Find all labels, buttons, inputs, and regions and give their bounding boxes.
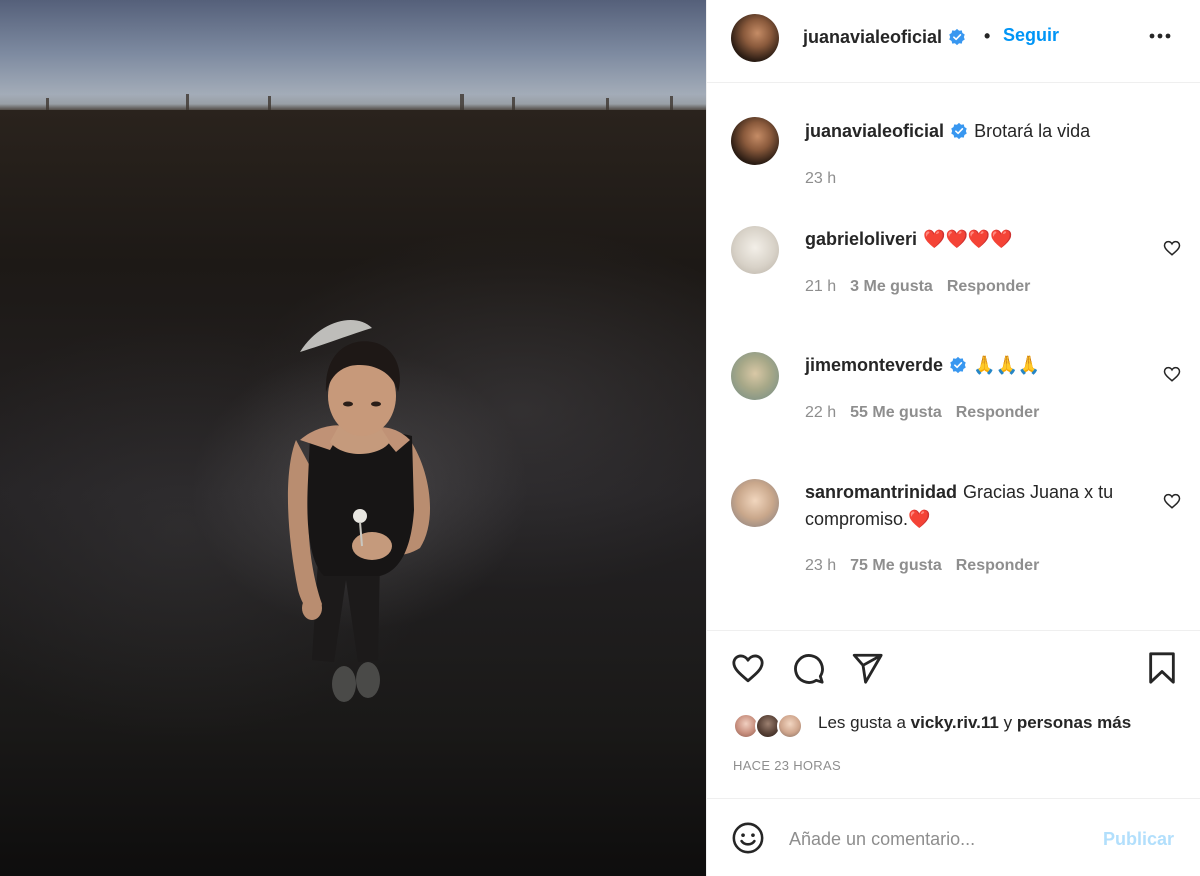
like-heart-icon[interactable] bbox=[731, 651, 765, 685]
comment-username[interactable]: gabrieloliveri bbox=[805, 229, 917, 249]
post-sidebar: juanavialeoficial • Seguir juanavialeofi… bbox=[706, 0, 1200, 876]
share-send-icon[interactable] bbox=[850, 651, 884, 685]
owner-avatar[interactable] bbox=[731, 14, 779, 62]
comment-time[interactable]: 21 h bbox=[805, 278, 836, 295]
caption-text: juanavialeoficial Brotará la vida bbox=[805, 118, 1135, 145]
commenter-avatar[interactable] bbox=[731, 479, 779, 527]
post-action-bar bbox=[707, 630, 1200, 700]
photo-person bbox=[46, 94, 673, 702]
caption-username[interactable]: juanavialeoficial bbox=[805, 121, 944, 141]
caption-time[interactable]: 23 h bbox=[805, 170, 836, 187]
verified-badge-icon bbox=[950, 356, 966, 374]
comment-bubble-icon[interactable] bbox=[791, 651, 825, 685]
comment-text: sanromantrinidad Gracias Juana x tu compr… bbox=[805, 479, 1135, 533]
verified-badge-icon bbox=[951, 122, 967, 140]
reply-button[interactable]: Responder bbox=[956, 557, 1040, 574]
like-comment-heart-icon[interactable] bbox=[1163, 365, 1181, 383]
comment-input[interactable] bbox=[789, 825, 1089, 853]
more-options-icon[interactable] bbox=[1145, 24, 1175, 48]
commenter-avatar[interactable] bbox=[731, 352, 779, 400]
emoji-icon[interactable] bbox=[731, 821, 765, 855]
like-comment-heart-icon[interactable] bbox=[1163, 492, 1181, 510]
comments-list: juanavialeoficial Brotará la vida 23 h ga… bbox=[707, 84, 1200, 630]
comment-username[interactable]: jimemonteverde bbox=[805, 355, 943, 375]
comment-time[interactable]: 22 h bbox=[805, 404, 836, 421]
owner-username[interactable]: juanavialeoficial bbox=[803, 27, 942, 47]
caption-meta: 23 h bbox=[805, 170, 850, 188]
others-likes-link[interactable]: personas más bbox=[1017, 713, 1131, 732]
comment-meta: 22 h 55 Me gusta Responder bbox=[805, 404, 1053, 422]
comment-username[interactable]: sanromantrinidad bbox=[805, 482, 957, 502]
comment-body: 🙏🙏🙏 bbox=[973, 355, 1041, 375]
save-bookmark-icon[interactable] bbox=[1145, 651, 1179, 685]
comment-likes[interactable]: 3 Me gusta bbox=[850, 278, 933, 295]
likes-summary: Les gusta a vicky.riv.11 y personas más bbox=[818, 713, 1131, 733]
follow-button[interactable]: Seguir bbox=[1003, 25, 1059, 46]
reply-button[interactable]: Responder bbox=[947, 278, 1031, 295]
likes-connector: y bbox=[1003, 713, 1013, 732]
header-separator: • bbox=[984, 26, 991, 46]
verified-badge-icon bbox=[949, 28, 965, 46]
comment-meta: 23 h 75 Me gusta Responder bbox=[805, 557, 1053, 575]
comment-body: ❤️❤️❤️❤️ bbox=[923, 229, 1013, 249]
post-timestamp[interactable]: HACE 23 HORAS bbox=[733, 758, 841, 773]
publish-button[interactable]: Publicar bbox=[1103, 829, 1174, 850]
reply-button[interactable]: Responder bbox=[956, 404, 1040, 421]
comment-time[interactable]: 23 h bbox=[805, 557, 836, 574]
commenter-avatar[interactable] bbox=[731, 226, 779, 274]
comment-likes[interactable]: 75 Me gusta bbox=[850, 557, 942, 574]
comment-text: jimemonteverde 🙏🙏🙏 bbox=[805, 352, 1135, 379]
post-photo[interactable] bbox=[0, 0, 706, 876]
add-comment-bar: Publicar bbox=[707, 798, 1200, 876]
likes-prefix: Les gusta a bbox=[818, 713, 906, 732]
post-header: juanavialeoficial • Seguir bbox=[707, 0, 1200, 83]
liker-avatar[interactable] bbox=[777, 713, 803, 739]
caption-body: Brotará la vida bbox=[974, 121, 1091, 141]
comment-text: gabrieloliveri ❤️❤️❤️❤️ bbox=[805, 226, 1135, 253]
owner-username-line: juanavialeoficial bbox=[803, 27, 966, 48]
caption-avatar[interactable] bbox=[731, 117, 779, 165]
liker-username[interactable]: vicky.riv.11 bbox=[911, 713, 999, 732]
comment-likes[interactable]: 55 Me gusta bbox=[850, 404, 942, 421]
like-comment-heart-icon[interactable] bbox=[1163, 239, 1181, 257]
comment-meta: 21 h 3 Me gusta Responder bbox=[805, 278, 1044, 296]
